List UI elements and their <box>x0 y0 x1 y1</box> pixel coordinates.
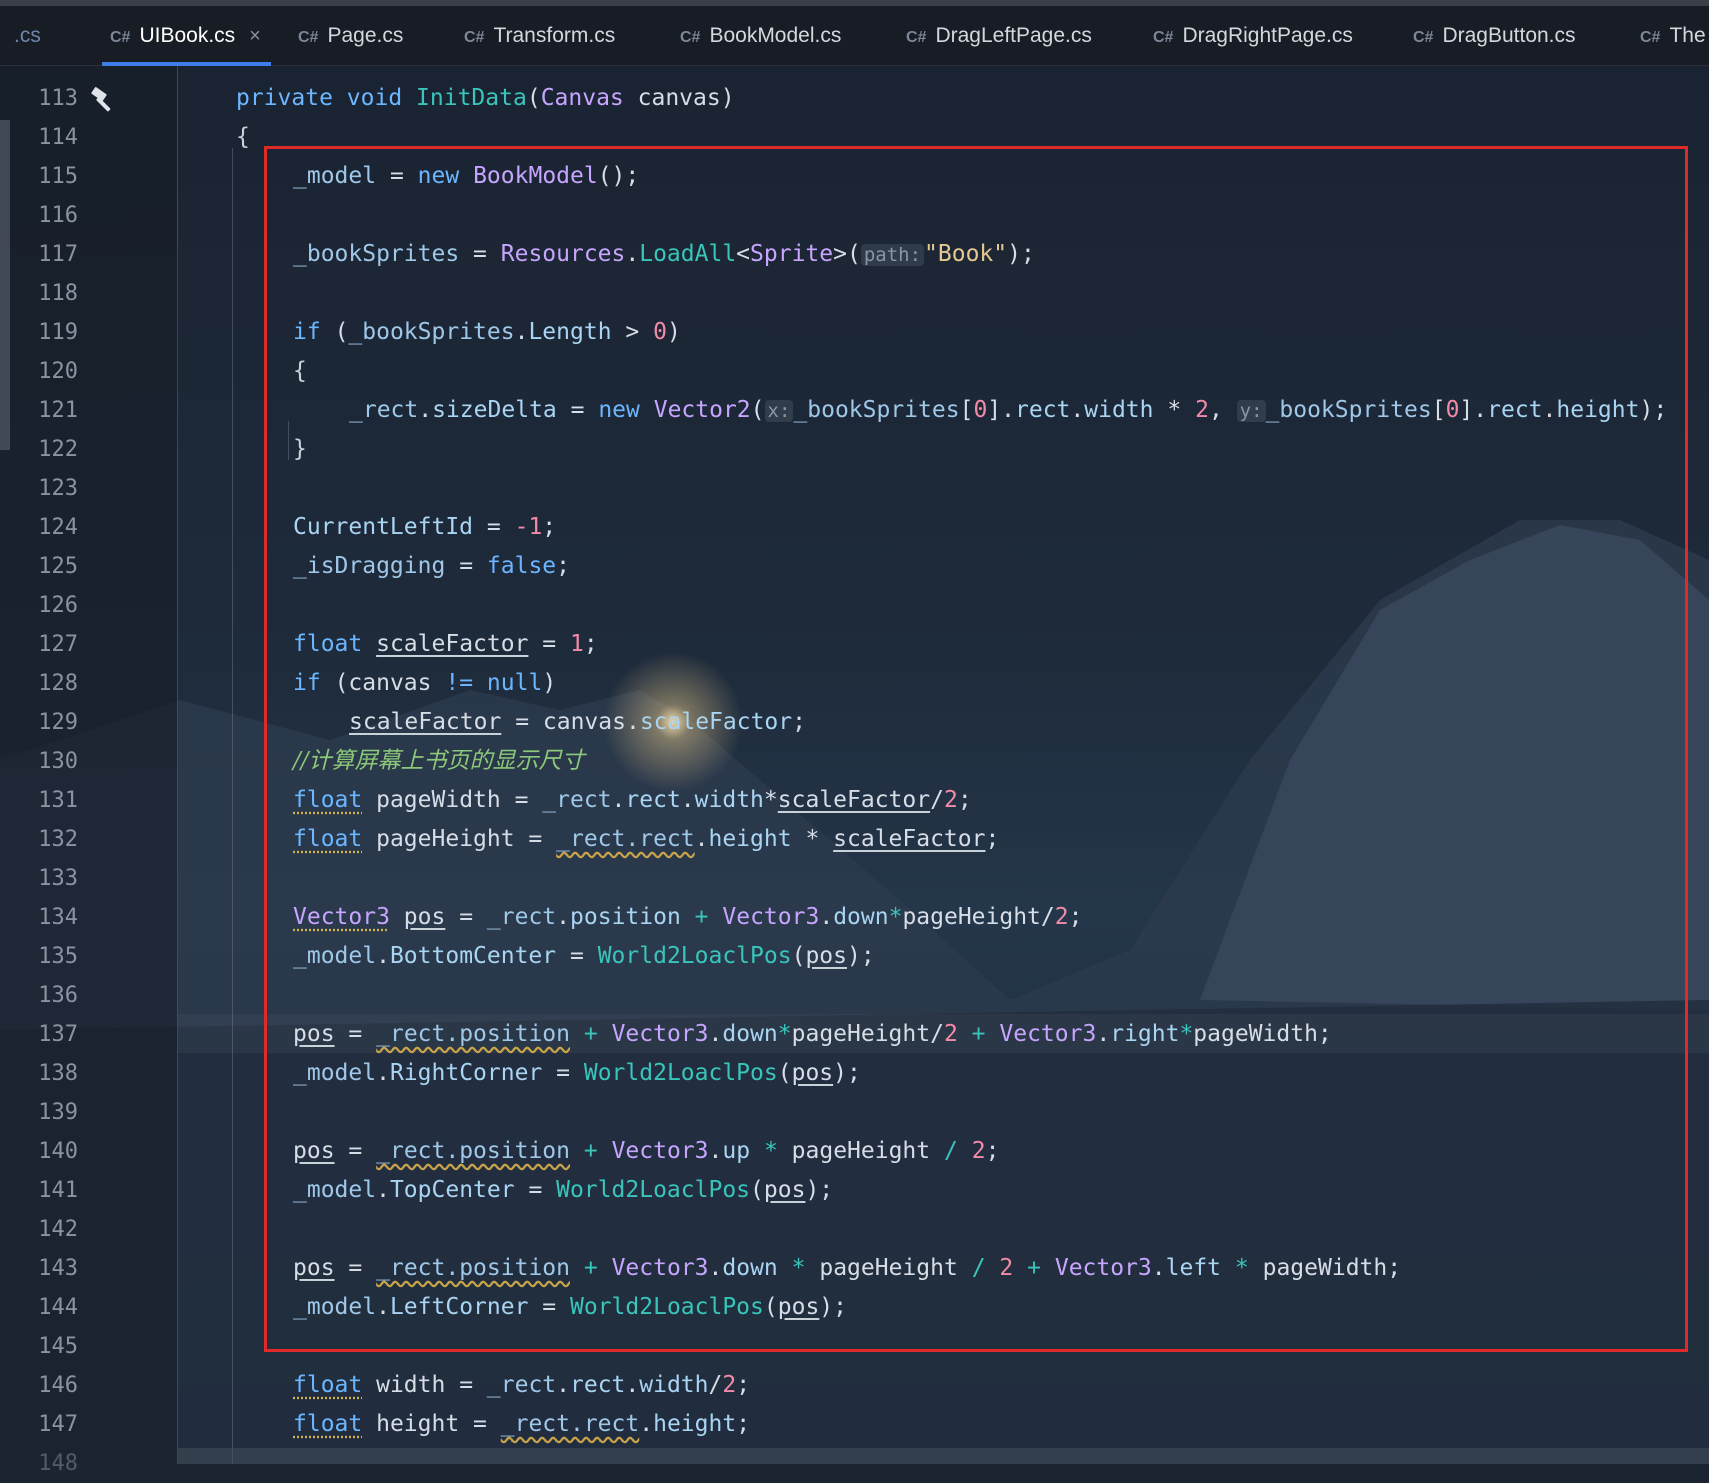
line-number: 127 <box>0 625 78 664</box>
tab-label: Transform.cs <box>493 24 615 47</box>
tab-label: DragButton.cs <box>1442 24 1575 47</box>
line-number: 128 <box>0 664 78 703</box>
code-editor[interactable]: private void InitData(Canvas canvas) { _… <box>178 66 1709 1464</box>
line-number: 121 <box>0 391 78 430</box>
code-line-124: CurrentLeftId = -1; <box>293 508 556 547</box>
close-icon[interactable]: × <box>249 25 261 47</box>
line-number: 119 <box>0 313 78 352</box>
line-number: 126 <box>0 586 78 625</box>
line-number: 117 <box>0 235 78 274</box>
code-line-146: float width = _rect.rect.width/2; <box>293 1366 750 1405</box>
code-line-143: pos = _rect.position + Vector3.down * pa… <box>293 1249 1401 1288</box>
code-line-131: float pageWidth = _rect.rect.width*scale… <box>293 781 972 820</box>
line-number: 115 <box>0 157 78 196</box>
line-number: 134 <box>0 898 78 937</box>
code-line-138: _model.RightCorner = World2LoaclPos(pos)… <box>293 1054 861 1093</box>
line-number: 135 <box>0 937 78 976</box>
parameter-hint: path: <box>861 244 924 266</box>
csharp-file-icon: C# <box>464 29 484 46</box>
line-number: 132 <box>0 820 78 859</box>
tab-label: UIBook.cs <box>139 24 235 47</box>
tab-label: Page.cs <box>327 24 403 47</box>
code-line-117: _bookSprites = Resources.LoadAll<Sprite>… <box>293 235 1035 274</box>
tab-label: BookModel.cs <box>709 24 841 47</box>
csharp-file-icon: C# <box>1640 29 1660 46</box>
code-line-128: if (canvas != null) <box>293 664 556 703</box>
line-number: 120 <box>0 352 78 391</box>
tab-overflow[interactable]: C# The <box>1640 6 1706 66</box>
code-line-135: _model.BottomCenter = World2LoaclPos(pos… <box>293 937 875 976</box>
line-number: 114 <box>0 118 78 157</box>
code-line-119: if (_bookSprites.Length > 0) <box>293 313 681 352</box>
editor-tab-bar: .cs C# UIBook.cs × C# Page.cs C# Transform.c… <box>0 0 1709 66</box>
code-comment: //计算屏幕上书页的显示尺寸 <box>293 742 585 781</box>
line-number: 137 <box>0 1015 78 1054</box>
line-number: 140 <box>0 1132 78 1171</box>
line-number: 141 <box>0 1171 78 1210</box>
line-number: 122 <box>0 430 78 469</box>
tab-label: DragRightPage.cs <box>1182 24 1352 47</box>
code-line-129: scaleFactor = canvas.scaleFactor; <box>349 703 806 742</box>
parameter-hint: x: <box>765 400 794 422</box>
code-line-121: _rect.sizeDelta = new Vector2(x: _bookSpr… <box>349 391 1667 430</box>
line-number: 116 <box>0 196 78 235</box>
line-number: 145 <box>0 1327 78 1366</box>
tab-label: The <box>1669 24 1705 47</box>
code-line-134: Vector3 pos = _rect.position + Vector3.d… <box>293 898 1082 937</box>
line-number: 139 <box>0 1093 78 1132</box>
code-line-144: _model.LeftCorner = World2LoaclPos(pos); <box>293 1288 847 1327</box>
tab-label: .cs <box>14 24 41 47</box>
tab-dragleftpage[interactable]: C# DragLeftPage.cs <box>906 6 1092 66</box>
line-number: 143 <box>0 1249 78 1288</box>
hammer-icon[interactable] <box>88 84 118 114</box>
code-line-114: { <box>236 118 250 157</box>
indent-guide <box>232 148 233 1464</box>
code-line-137: pos = _rect.position + Vector3.down*page… <box>293 1015 1332 1054</box>
csharp-file-icon: C# <box>110 29 130 46</box>
code-line-127: float scaleFactor = 1; <box>293 625 598 664</box>
line-number: 146 <box>0 1366 78 1405</box>
line-number: 125 <box>0 547 78 586</box>
line-number-gutter: 113 114 115 116 117 118 119 120 121 122 … <box>0 66 178 1464</box>
line-number: 130 <box>0 742 78 781</box>
tab-transform[interactable]: C# Transform.cs <box>464 6 615 66</box>
tab-label: DragLeftPage.cs <box>935 24 1091 47</box>
csharp-file-icon: C# <box>1413 29 1433 46</box>
tab-dragrightpage[interactable]: C# DragRightPage.cs <box>1153 6 1353 66</box>
line-number: 147 <box>0 1405 78 1444</box>
line-number: 133 <box>0 859 78 898</box>
line-number: 118 <box>0 274 78 313</box>
csharp-file-icon: C# <box>1153 29 1173 46</box>
csharp-file-icon: C# <box>906 29 926 46</box>
line-number: 113 <box>0 79 78 118</box>
csharp-file-icon: C# <box>680 29 700 46</box>
tab-bookmodel[interactable]: C# BookModel.cs <box>680 6 841 66</box>
code-line-113: private void InitData(Canvas canvas) <box>236 79 735 118</box>
line-number: 144 <box>0 1288 78 1327</box>
code-line-132: float pageHeight = _rect.rect.height * s… <box>293 820 999 859</box>
parameter-hint: y: <box>1237 400 1266 422</box>
indent-guide <box>288 421 289 460</box>
line-number: 136 <box>0 976 78 1015</box>
horizontal-scrollbar[interactable] <box>178 1448 1709 1464</box>
code-line-140: pos = _rect.position + Vector3.up * page… <box>293 1132 999 1171</box>
code-line-141: _model.TopCenter = World2LoaclPos(pos); <box>293 1171 833 1210</box>
csharp-file-icon: C# <box>298 29 318 46</box>
code-line-125: _isDragging = false; <box>293 547 570 586</box>
line-number: 123 <box>0 469 78 508</box>
code-line-122: } <box>293 430 307 469</box>
code-line-120: { <box>293 352 307 391</box>
tab-partial-cs[interactable]: .cs <box>14 6 41 66</box>
code-line-115: _model = new BookModel(); <box>293 157 639 196</box>
tab-dragbutton[interactable]: C# DragButton.cs <box>1413 6 1576 66</box>
tab-page[interactable]: C# Page.cs <box>298 6 403 66</box>
line-number: 129 <box>0 703 78 742</box>
line-number: 131 <box>0 781 78 820</box>
line-number: 124 <box>0 508 78 547</box>
tab-uibook[interactable]: C# UIBook.cs × <box>110 6 261 66</box>
line-number: 142 <box>0 1210 78 1249</box>
code-line-147: float height = _rect.rect.height; <box>293 1405 750 1444</box>
line-number: 138 <box>0 1054 78 1093</box>
